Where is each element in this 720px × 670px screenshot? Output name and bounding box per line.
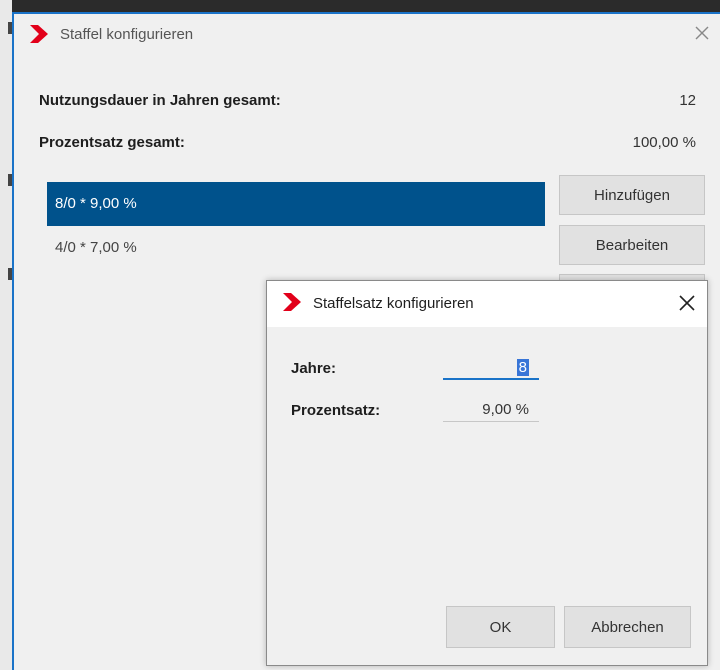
total-years-value: 12 xyxy=(679,92,696,109)
close-icon[interactable] xyxy=(675,291,699,315)
red-chevron-logo-icon xyxy=(30,25,48,43)
edit-button[interactable]: Bearbeiten xyxy=(559,225,705,265)
ok-button[interactable]: OK xyxy=(446,606,555,648)
list-item[interactable]: 4/0 * 7,00 % xyxy=(47,226,545,270)
red-chevron-logo-icon xyxy=(283,293,301,311)
sub-dialog-titlebar[interactable]: Staffelsatz konfigurieren xyxy=(267,281,707,327)
sub-dialog-title: Staffelsatz konfigurieren xyxy=(313,295,474,312)
list-item[interactable]: 8/0 * 9,00 % xyxy=(47,182,545,226)
staffel-list[interactable]: 8/0 * 9,00 % 4/0 * 7,00 % xyxy=(47,182,545,272)
dialog-title: Staffel konfigurieren xyxy=(60,26,194,43)
background-window-edge xyxy=(0,0,12,670)
percent-input[interactable]: 9,00 % xyxy=(443,398,539,422)
years-input[interactable]: 8 xyxy=(443,356,539,380)
years-label: Jahre: xyxy=(291,360,337,377)
cancel-button[interactable]: Abbrechen xyxy=(564,606,691,648)
staffelsatz-dialog: Staffelsatz konfigurieren Jahre: 8 Proze… xyxy=(266,280,708,666)
percent-label: Prozentsatz: xyxy=(291,402,381,419)
close-icon[interactable] xyxy=(690,21,714,45)
total-percent-label: Prozentsatz gesamt: xyxy=(39,134,185,151)
dialog-titlebar[interactable]: Staffel konfigurieren xyxy=(14,14,720,54)
total-percent-value: 100,00 % xyxy=(632,134,696,151)
percent-value: 9,00 % xyxy=(482,401,529,418)
years-value: 8 xyxy=(516,359,529,376)
add-button[interactable]: Hinzufügen xyxy=(559,175,705,215)
total-years-label: Nutzungsdauer in Jahren gesamt: xyxy=(39,92,281,109)
